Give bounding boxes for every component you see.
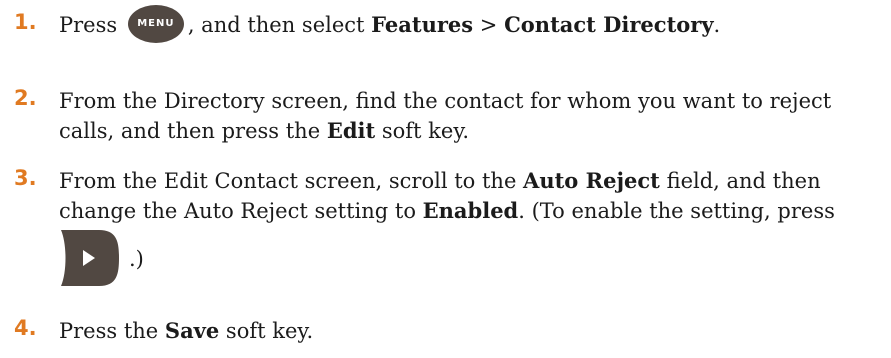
step-text: From the Directory screen, find the cont… [59,86,884,146]
step-2: 2. From the Directory screen, find the c… [14,86,884,150]
bold-text: Contact Directory [504,12,714,37]
text: , and then select [187,13,372,37]
step-text: Press MENU, and then select Features > C… [59,4,884,43]
bold-text: Edit [326,118,376,143]
text: Press [59,13,124,37]
step-4: 4. Press the Save soft key. [14,316,884,348]
text: soft key. [219,319,314,343]
bold-text: Auto Reject [523,168,660,193]
bold-text: Enabled [422,198,519,223]
step-text: From the Edit Contact screen, scroll to … [59,166,884,306]
step-number: 2. [14,86,37,110]
bold-text: Features [371,12,474,37]
text: soft key. [375,119,470,143]
right-arrow-key-icon [59,228,121,288]
step-1: 1. Press MENU, and then select Features … [14,4,884,44]
step-number: 3. [14,166,37,190]
step-3: 3. From the Edit Contact screen, scroll … [14,166,884,306]
text: .) [129,247,144,271]
text: > [473,13,505,37]
text: Press the [59,319,165,343]
step-text: Press the Save soft key. [59,316,884,346]
text: From the Edit Contact screen, scroll to … [59,169,524,193]
step-number: 1. [14,10,37,34]
text: . (To enable the setting, press [518,199,835,223]
step-number: 4. [14,316,37,340]
bold-text: Save [164,318,220,343]
menu-key-icon: MENU [127,4,184,43]
text: . [713,13,721,37]
